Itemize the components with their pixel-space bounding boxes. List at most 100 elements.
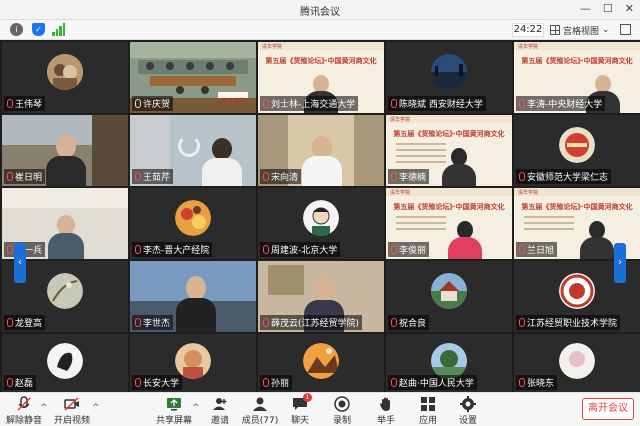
unmute-label: 解除静音 (5, 416, 42, 426)
slide-logo: 清华学院 (518, 190, 539, 196)
raise-hand-button[interactable]: 举手 (364, 396, 408, 426)
participant-tile[interactable]: 王茹芹 (130, 115, 256, 186)
window-titlebar: 腾讯会议 — ☐ ✕ (0, 0, 640, 20)
participant-name: 李德楠 (399, 173, 427, 183)
share-screen-label: 共享屏幕 (155, 416, 192, 426)
participant-tile[interactable]: 王伟琴 (2, 42, 128, 113)
participant-tile[interactable]: 祝合良 (386, 261, 512, 332)
participant-name: 张晓东 (527, 379, 555, 389)
avatar (431, 343, 467, 379)
participant-name: 李涛-中央财经大学 (527, 100, 603, 110)
participant-tile[interactable]: 薛茂云(江苏经贸学院) (258, 261, 384, 332)
meeting-topbar: i ✓ 24:22 宫格视图 ⌄ (0, 20, 640, 40)
participant-name: 崔日明 (15, 173, 43, 183)
speaker (442, 148, 476, 186)
participant-tile[interactable]: 孙丽 (258, 334, 384, 392)
members-button[interactable]: 成员(77) (238, 396, 282, 426)
participant-tile[interactable]: 崔日明 (2, 115, 128, 186)
participant-tile[interactable]: 长安大学 (130, 334, 256, 392)
mic-muted-icon (135, 318, 141, 327)
participant-name: 宋向清 (271, 173, 299, 183)
slide-title: 第五届《货殖论坛》·中国黄河商文化 (393, 130, 505, 138)
participant-name: 李世杰 (143, 319, 171, 329)
chat-button[interactable]: 1 聊天 (278, 393, 322, 426)
mic-muted-icon (519, 172, 525, 181)
avatar (431, 272, 467, 309)
participant-name: 龙登高 (15, 319, 43, 329)
apps-button[interactable]: 应用 (406, 396, 450, 426)
minimize-icon[interactable]: — (580, 2, 591, 15)
participant-name: 安徽师范大学梁仁志 (527, 173, 609, 183)
settings-button[interactable]: 设置 (446, 396, 490, 426)
participant-tile[interactable]: 赵曲·中国人民大学 (386, 334, 512, 392)
mic-muted-icon (391, 378, 397, 387)
participant-tile[interactable]: 清华学院 第五届《货殖论坛》·中国黄河商文化 李德楠 (386, 115, 512, 186)
video-grid: 王伟琴 清华学院 许庆贺 清华学院 第五届《货殖论坛》·中国黄河商文化 刘士林-… (0, 40, 640, 392)
close-icon[interactable]: ✕ (625, 2, 634, 15)
info-icon[interactable]: i (10, 23, 23, 36)
mic-muted-icon (135, 245, 141, 254)
video-options-chevron-icon[interactable]: ^ (92, 403, 100, 413)
slide-title: 第五届《货殖论坛》·中国黄河商文化 (393, 203, 505, 211)
start-video-label: 开启视频 (53, 416, 90, 426)
avatar (559, 272, 595, 309)
grid-view-label: 宫格视图 (563, 26, 600, 37)
apps-label: 应用 (418, 416, 437, 426)
mic-muted-icon (519, 378, 525, 387)
share-screen-button[interactable]: 共享屏幕 (152, 396, 196, 426)
participant-tile[interactable]: 李杰-晋大产经院 (130, 188, 256, 259)
participant-tile[interactable]: 清华学院 许庆贺 (130, 42, 256, 113)
slide-title: 第五届《货殖论坛》·中国黄河商文化 (521, 57, 633, 65)
participant-tile[interactable]: 安徽师范大学梁仁志 (514, 115, 640, 186)
record-icon (334, 396, 350, 412)
participant-tile[interactable]: 清华学院 第五届《货殖论坛》·中国黄河商文化 李俊丽 (386, 188, 512, 259)
banner-text: 清华学院 (222, 98, 247, 105)
participant-name: 赵曲·中国人民大学 (399, 379, 474, 389)
participant-name: 祝合良 (399, 319, 427, 329)
record-label: 录制 (332, 416, 351, 426)
participant-tile[interactable]: 周建波-北京大学 (258, 188, 384, 259)
mic-muted-icon (519, 245, 525, 254)
avatar (47, 343, 83, 379)
mic-muted-icon (263, 378, 269, 387)
hand-icon (378, 396, 394, 412)
mic-muted-icon (135, 378, 141, 387)
participant-name: 许庆贺 (143, 100, 171, 110)
participant-name: 王伟琴 (15, 100, 43, 110)
chat-unread-badge: 1 (303, 393, 312, 402)
mic-muted-icon (391, 318, 397, 327)
invite-button[interactable]: 邀请 (198, 396, 242, 426)
participant-tile[interactable]: 宋向清 (258, 115, 384, 186)
grid-view-icon (550, 25, 560, 35)
maximize-icon[interactable]: ☐ (603, 2, 613, 15)
network-signal-icon[interactable] (52, 23, 65, 36)
grid-view-button[interactable]: 宫格视图 ⌄ (550, 22, 610, 38)
avatar (303, 343, 339, 379)
security-shield-icon[interactable]: ✓ (32, 23, 45, 36)
participant-tile[interactable]: 清华学院 第五届《货殖论坛》·中国黄河商文化 刘士林-上海交通大学 (258, 42, 384, 113)
mic-muted-icon (391, 172, 397, 181)
audio-options-chevron-icon[interactable]: ^ (40, 403, 48, 413)
participant-tile[interactable]: 李世杰 (130, 261, 256, 332)
participant-tile[interactable]: 清华学院 第五届《货殖论坛》·中国黄河商文化 李涛-中央财经大学 (514, 42, 640, 113)
slide-logo: 清华学院 (390, 190, 411, 196)
participant-name: 江苏经贸职业技术学院 (527, 319, 618, 329)
chat-icon: 1 (292, 393, 312, 412)
slide-logo: 清华学院 (390, 117, 411, 123)
invite-label: 邀请 (210, 416, 229, 426)
fullscreen-icon[interactable] (620, 24, 631, 35)
leave-meeting-button[interactable]: 离开会议 (582, 398, 634, 420)
chat-label: 聊天 (290, 416, 309, 426)
participant-name: 刘士林-上海交通大学 (271, 100, 356, 110)
participant-tile[interactable]: 陈晓斌 西安财经大学 (386, 42, 512, 113)
avatar (47, 53, 83, 90)
window-title: 腾讯会议 (300, 7, 340, 18)
participant-tile[interactable]: 张晓东 (514, 334, 640, 392)
next-page-button[interactable]: › (614, 243, 626, 283)
gear-icon (460, 396, 476, 412)
mic-muted-icon (263, 172, 269, 181)
prev-page-button[interactable]: ‹ (14, 243, 26, 283)
participant-tile[interactable]: 赵磊 (2, 334, 128, 392)
start-video-button[interactable]: 开启视频 (50, 396, 94, 426)
record-button[interactable]: 录制 (320, 396, 364, 426)
